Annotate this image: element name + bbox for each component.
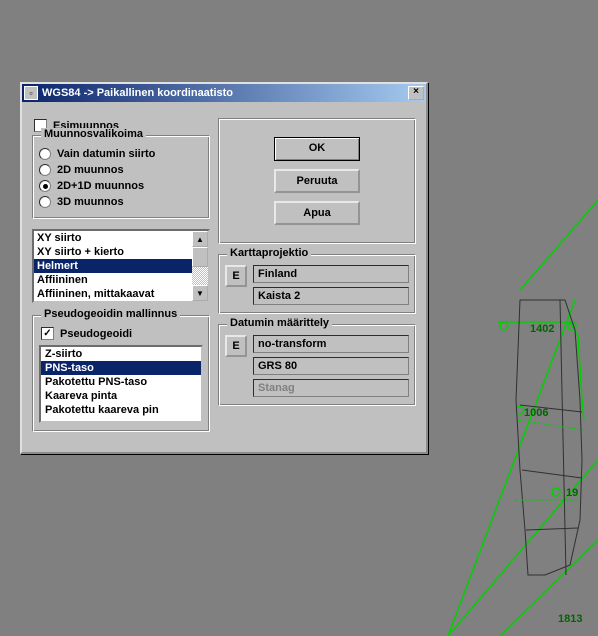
datum-title: Datumin määrittely	[227, 317, 332, 329]
pseudo-listbox[interactable]: Z-siirto PNS-taso Pakotettu PNS-taso Kaa…	[39, 345, 203, 423]
list-item[interactable]: XY siirto + kierto	[34, 245, 192, 259]
muunnosvalikoima-group: Muunnosvalikoima Vain datumin siirto 2D …	[32, 135, 210, 219]
radio-2d[interactable]: 2D muunnos	[39, 162, 203, 178]
radio-vain-datumin[interactable]: Vain datumin siirto	[39, 146, 203, 162]
scroll-thumb[interactable]	[192, 247, 208, 267]
list-item[interactable]: Affiininen, mittakaavat	[34, 287, 192, 301]
datum-group: Datumin määrittely E no-transform GRS 80…	[218, 324, 416, 406]
datum-stanag-field: Stanag	[253, 379, 409, 397]
edit-projection-button[interactable]: E	[225, 265, 247, 287]
datum-transform-field: no-transform	[253, 335, 409, 353]
pseudogeoidi-checkbox[interactable]	[41, 327, 54, 340]
list-item[interactable]: XY siirto	[34, 231, 192, 245]
radio-2d1d[interactable]: 2D+1D muunnos	[39, 178, 203, 194]
scroll-up-icon[interactable]: ▲	[192, 231, 208, 247]
pseudogeoidi-label: Pseudogeoidi	[60, 328, 132, 340]
muunnos-listbox[interactable]: XY siirto XY siirto + kierto Helmert Aff…	[32, 229, 210, 303]
button-group: OK Peruuta Apua	[218, 118, 416, 244]
projection-zone-field: Kaista 2	[253, 287, 409, 305]
list-item[interactable]: Kaareva pinta	[41, 389, 201, 403]
radio-icon	[39, 164, 51, 176]
dialog-window: ▫ WGS84 -> Paikallinen koordinaatisto × …	[20, 82, 428, 454]
scrollbar[interactable]: ▲ ▼	[192, 231, 208, 301]
edit-datum-button[interactable]: E	[225, 335, 247, 357]
cancel-button[interactable]: Peruuta	[274, 169, 360, 193]
system-menu-icon[interactable]: ▫	[24, 86, 38, 100]
map-label: 19	[566, 487, 578, 499]
scroll-down-icon[interactable]: ▼	[192, 285, 208, 301]
pseudogeoidi-group: Pseudogeoidin mallinnus Pseudogeoidi Z-s…	[32, 315, 210, 432]
map-label: 1006	[524, 407, 548, 419]
pseudogeoidi-checkbox-row[interactable]: Pseudogeoidi	[39, 326, 203, 341]
ok-button[interactable]: OK	[274, 137, 360, 161]
close-button[interactable]: ×	[408, 86, 424, 100]
datum-ellipsoid-field: GRS 80	[253, 357, 409, 375]
radio-icon	[39, 180, 51, 192]
window-title: WGS84 -> Paikallinen koordinaatisto	[42, 87, 233, 99]
muunnosvalikoima-title: Muunnosvalikoima	[41, 128, 146, 140]
list-item[interactable]: Z-siirto	[41, 347, 201, 361]
list-item[interactable]: Affiininen	[34, 273, 192, 287]
list-item[interactable]: Pakotettu PNS-taso	[41, 375, 201, 389]
titlebar[interactable]: ▫ WGS84 -> Paikallinen koordinaatisto ×	[22, 84, 426, 102]
list-item[interactable]: Helmert	[34, 259, 192, 273]
list-item[interactable]: Pakotettu kaareva pin	[41, 403, 201, 417]
help-button[interactable]: Apua	[274, 201, 360, 225]
radio-icon	[39, 196, 51, 208]
map-label: 1813	[558, 613, 582, 625]
projection-country-field: Finland	[253, 265, 409, 283]
karttaprojektio-title: Karttaprojektio	[227, 247, 311, 259]
karttaprojektio-group: Karttaprojektio E Finland Kaista 2	[218, 254, 416, 314]
radio-icon	[39, 148, 51, 160]
map-label: 1402	[530, 323, 554, 335]
list-item[interactable]: PNS-taso	[41, 361, 201, 375]
radio-3d[interactable]: 3D muunnos	[39, 194, 203, 210]
pseudogeoidi-title: Pseudogeoidin mallinnus	[41, 308, 180, 320]
